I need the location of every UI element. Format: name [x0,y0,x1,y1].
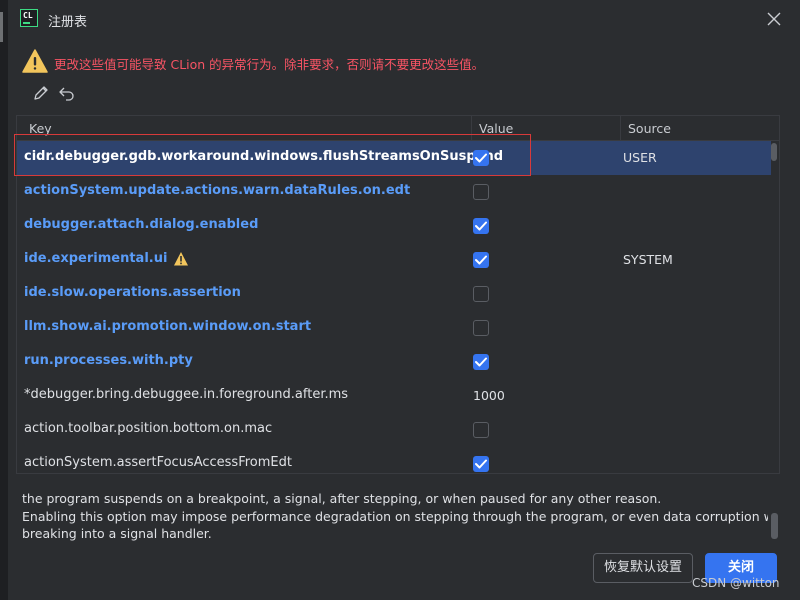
value-checkbox[interactable] [473,252,489,268]
value-checkbox[interactable] [473,320,489,336]
row-key: *debugger.bring.debuggee.in.foreground.a… [24,387,349,402]
row-key: actionSystem.assertFocusAccessFromEdt [24,455,292,470]
table-row[interactable]: *debugger.bring.debuggee.in.foreground.a… [17,379,771,413]
row-source: SYSTEM [623,252,673,267]
watermark: CSDN @witton [692,576,780,590]
dialog-titlebar: CL 注册表 [8,0,800,38]
table-row[interactable]: ide.slow.operations.assertion [17,277,771,311]
description-line-1: the program suspends on a breakpoint, a … [22,491,662,506]
table-row[interactable]: llm.show.ai.promotion.window.on.start [17,311,771,345]
registry-table: Key Value Source cidr.debugger.gdb.worka… [16,115,780,474]
description-scrollbar[interactable] [771,513,778,539]
value-checkbox[interactable] [473,286,489,302]
dialog-title: 注册表 [48,15,88,30]
table-row[interactable]: run.processes.with.pty [17,345,771,379]
column-header-value[interactable]: Value [479,121,513,136]
row-key: run.processes.with.pty [24,353,193,368]
description-line-3: breaking into a signal handler. [22,526,212,541]
clion-app-icon: CL [20,9,38,27]
value-checkbox[interactable] [473,456,489,472]
table-scrollbar[interactable] [770,141,778,473]
column-header-source[interactable]: Source [628,121,671,136]
row-key: actionSystem.update.actions.warn.dataRul… [24,183,411,198]
value-checkbox[interactable] [473,422,489,438]
description-panel: the program suspends on a breakpoint, a … [16,474,768,544]
warning-icon [22,49,48,73]
table-row[interactable]: cidr.debugger.gdb.workaround.windows.flu… [17,141,771,175]
background-scrollbar [0,12,3,42]
row-key: ide.experimental.ui [24,251,168,266]
row-source: USER [623,150,657,165]
table-header: Key Value Source [17,116,779,141]
table-row[interactable]: actionSystem.update.actions.warn.dataRul… [17,175,771,209]
table-row[interactable]: ide.experimental.ui SYSTEM [17,243,771,277]
table-row[interactable]: action.toolbar.position.bottom.on.mac [17,413,771,447]
value-text[interactable]: 1000 [473,388,505,403]
value-checkbox[interactable] [473,218,489,234]
description-line-2: Enabling this option may impose performa… [22,509,768,524]
warning-text: 更改这些值可能导致 CLion 的异常行为。除非要求，否则请不要更改这些值。 [54,57,485,72]
background-ide-edge [0,0,8,600]
row-key: debugger.attach.dialog.enabled [24,217,259,232]
pencil-icon[interactable] [32,84,50,102]
value-checkbox[interactable] [473,150,489,166]
reset-defaults-button[interactable]: 恢复默认设置 [593,553,693,583]
table-scrollbar-thumb[interactable] [771,143,777,161]
close-icon[interactable] [764,9,784,29]
row-key: ide.slow.operations.assertion [24,285,241,300]
column-header-key[interactable]: Key [29,121,52,136]
undo-icon[interactable] [58,84,76,102]
warning-icon [173,251,189,267]
row-key: cidr.debugger.gdb.workaround.windows.flu… [24,149,504,164]
table-row[interactable]: actionSystem.assertFocusAccessFromEdt [17,447,771,473]
value-checkbox[interactable] [473,354,489,370]
app-icon-text: CL [23,11,33,20]
value-checkbox[interactable] [473,184,489,200]
row-key: action.toolbar.position.bottom.on.mac [24,421,273,436]
table-row[interactable]: debugger.attach.dialog.enabled [17,209,771,243]
row-key: llm.show.ai.promotion.window.on.start [24,319,312,334]
